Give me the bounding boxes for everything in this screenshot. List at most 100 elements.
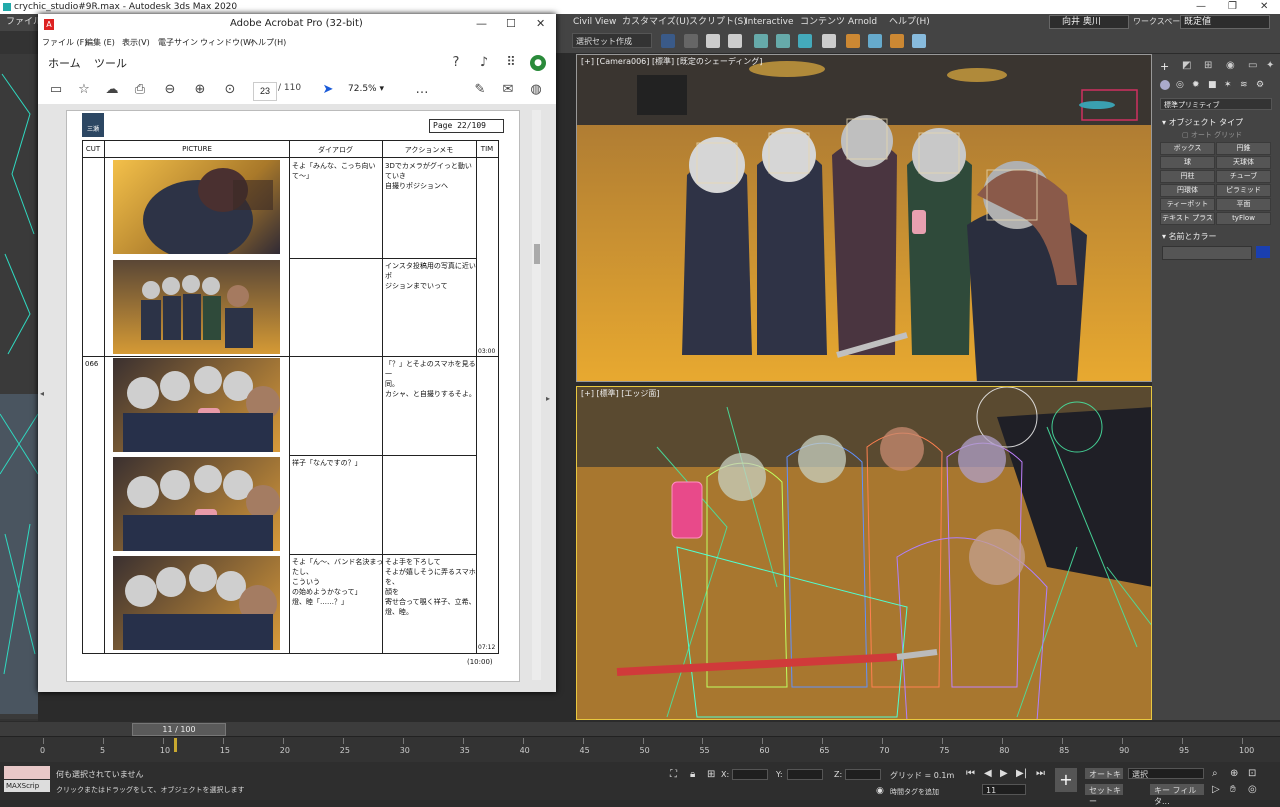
maximize-icon[interactable]: ❐	[1228, 0, 1237, 14]
select-cursor-icon[interactable]: ➤	[320, 82, 336, 98]
set-key-button[interactable]: セットキー	[1085, 784, 1123, 806]
zoom-out-icon[interactable]: ⊖	[162, 82, 178, 98]
acro-menu-esign[interactable]: 電子サイン	[158, 37, 198, 48]
workspace-dropdown[interactable]: 既定値	[1180, 15, 1270, 29]
motion-tab-icon[interactable]: ◉	[1226, 60, 1235, 71]
prev-frame-icon[interactable]: ◀	[984, 768, 992, 779]
upload-cloud-icon[interactable]: ☁	[104, 82, 120, 98]
torus-button[interactable]: 円環体	[1160, 184, 1215, 197]
render-frame-icon[interactable]	[846, 34, 860, 48]
lights-icon[interactable]: ✹	[1192, 80, 1200, 90]
render-icon[interactable]	[868, 34, 882, 48]
object-color-swatch[interactable]	[1256, 246, 1270, 258]
minimize-icon[interactable]: —	[1196, 0, 1206, 14]
menu-script[interactable]: スクリプト(S)	[689, 14, 747, 31]
page-number-input[interactable]	[253, 82, 277, 101]
go-to-start-icon[interactable]: ⏮	[966, 768, 975, 779]
create-tab-icon[interactable]: +	[1160, 60, 1169, 73]
time-tag-button[interactable]: 時間タグを追加	[890, 787, 939, 797]
acro-menu-view[interactable]: 表示(V)	[122, 37, 150, 48]
scene-explorer-icon[interactable]	[728, 34, 742, 48]
bookmark-star-icon[interactable]: ☆	[76, 82, 92, 98]
close-icon[interactable]: ✕	[1260, 0, 1268, 14]
shapes-icon[interactable]: ◎	[1176, 80, 1184, 90]
name-color-rollout[interactable]: ▾ 名前とカラー	[1162, 231, 1217, 242]
arnold-render-icon[interactable]	[912, 34, 926, 48]
primitive-type-dropdown[interactable]: 標準プリミティブ	[1160, 98, 1272, 110]
acrobat-maximize-icon[interactable]: ☐	[506, 17, 516, 30]
left-viewport[interactable]	[0, 54, 38, 719]
utilities-tab-icon[interactable]: ✦	[1266, 60, 1274, 71]
page-up-icon[interactable]: ⊕	[192, 82, 208, 98]
cylinder-button[interactable]: 円柱	[1160, 170, 1215, 183]
current-frame-field[interactable]: 11	[982, 784, 1026, 795]
menu-interactive[interactable]: Interactive	[745, 14, 793, 31]
isolate-icon[interactable]: ⛶	[670, 769, 677, 780]
display-tab-icon[interactable]: ▭	[1248, 60, 1257, 71]
print-icon[interactable]: ⎙	[132, 82, 148, 98]
tube-button[interactable]: チューブ	[1216, 170, 1271, 183]
time-slider-thumb[interactable]: 11 / 100	[132, 723, 226, 736]
auto-key-button[interactable]: オートキー	[1085, 768, 1123, 790]
schematic-view-icon[interactable]	[776, 34, 790, 48]
email-icon[interactable]: ✉	[500, 82, 516, 98]
user-account-dropdown[interactable]: 向井 奥川	[1049, 15, 1129, 29]
spacewarps-icon[interactable]: ≋	[1240, 80, 1248, 90]
next-frame-icon[interactable]: ▶|	[1016, 768, 1027, 779]
tab-tools[interactable]: ツール	[94, 55, 127, 71]
acro-menu-edit[interactable]: 編集 (E)	[85, 37, 115, 48]
go-to-end-icon[interactable]: ⏭	[1036, 768, 1045, 779]
user-avatar[interactable]: ●	[530, 55, 546, 71]
y-coord-field[interactable]	[787, 769, 823, 780]
time-tag-icon[interactable]: ◉	[876, 786, 884, 796]
acro-menu-file[interactable]: ファイル (F)	[42, 37, 87, 48]
scrollbar-thumb[interactable]	[534, 244, 540, 264]
apps-grid-icon[interactable]: ⠿	[503, 55, 519, 71]
curve-editor-icon[interactable]	[754, 34, 768, 48]
acrobat-close-icon[interactable]: ✕	[536, 17, 545, 30]
object-name-input[interactable]	[1162, 246, 1252, 260]
hierarchy-tab-icon[interactable]: ⊞	[1204, 60, 1212, 71]
camera-viewport-label[interactable]: [+] [Camera006] [標準] [既定のシェーディング]	[581, 56, 762, 67]
track-bar[interactable]: 0 5 10 15 20 25 30 35 40 45 50 55 60 65 70 75 80 85 90 95 10…	[0, 736, 1280, 763]
key-filters-button[interactable]: キー フィルタ...	[1150, 784, 1204, 806]
layer-explorer-icon[interactable]	[706, 34, 720, 48]
zoom-extents-icon[interactable]: ⊡	[1248, 768, 1256, 779]
render-setup-icon[interactable]	[822, 34, 836, 48]
maxscript-input[interactable]: MAXScrip	[4, 780, 50, 792]
z-coord-field[interactable]	[845, 769, 881, 780]
menu-civil-view[interactable]: Civil View	[573, 14, 616, 31]
menu-content[interactable]: コンテンツ	[800, 14, 845, 31]
vertical-scrollbar[interactable]	[532, 110, 541, 680]
systems-icon[interactable]: ⚙	[1256, 80, 1264, 90]
menu-help[interactable]: ヘルプ(H)	[889, 14, 930, 31]
helpers-icon[interactable]: ✶	[1224, 80, 1232, 90]
save-icon[interactable]: ▭	[48, 82, 64, 98]
zoom-viewport-icon[interactable]: ⌕	[1212, 768, 1218, 779]
mirror-icon[interactable]	[661, 34, 675, 48]
render-iterative-icon[interactable]	[890, 34, 904, 48]
cameras-icon[interactable]: ■	[1208, 80, 1217, 90]
zoom-dropdown[interactable]: 72.5% ▾	[348, 82, 396, 97]
menu-customize[interactable]: カスタマイズ(U)	[622, 14, 689, 31]
box-button[interactable]: ボックス	[1160, 142, 1215, 155]
fov-icon[interactable]: ▷	[1212, 784, 1220, 795]
modify-tab-icon[interactable]: ◩	[1182, 60, 1191, 71]
plane-button[interactable]: 平面	[1216, 198, 1271, 211]
x-coord-field[interactable]	[732, 769, 768, 780]
menu-arnold[interactable]: Arnold	[848, 14, 877, 31]
camera-viewport[interactable]: [+] [Camera006] [標準] [既定のシェーディング]	[576, 54, 1152, 382]
tyflow-button[interactable]: tyFlow	[1216, 212, 1271, 225]
page-down-icon[interactable]: ⊙	[222, 82, 238, 98]
align-icon[interactable]	[684, 34, 698, 48]
lock-icon[interactable]: 🔒︎	[690, 769, 695, 780]
play-icon[interactable]: ▶	[1000, 768, 1008, 779]
acrobat-minimize-icon[interactable]: —	[476, 17, 487, 30]
help-icon[interactable]: ?	[448, 55, 464, 71]
account-icon[interactable]: ◍	[528, 82, 544, 98]
pan-icon[interactable]: ✋︎	[1230, 784, 1236, 795]
pyramid-button[interactable]: ピラミッド	[1216, 184, 1271, 197]
acro-menu-help[interactable]: ヘルプ(H)	[250, 37, 286, 48]
text-plus-button[interactable]: テキスト プラス	[1160, 212, 1215, 225]
perspective-viewport-label[interactable]: [+] [標準] [エッジ面]	[581, 388, 660, 399]
